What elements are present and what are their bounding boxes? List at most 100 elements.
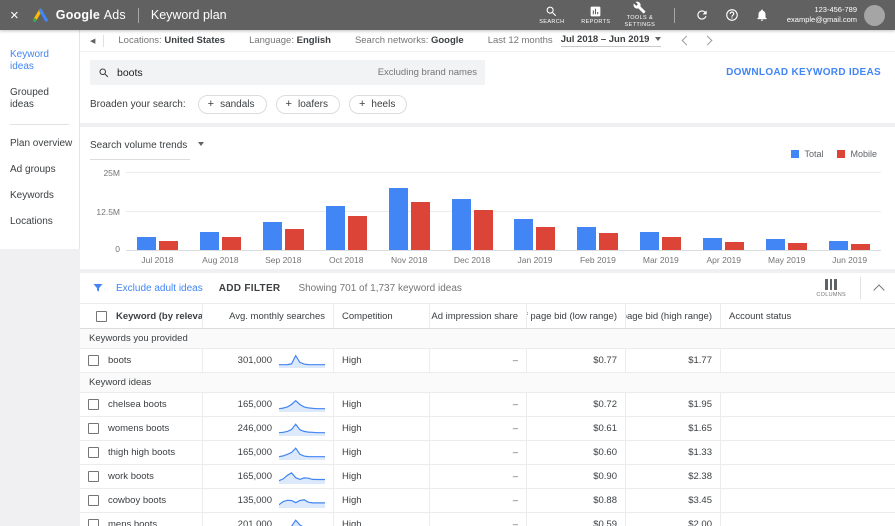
networks-setting[interactable]: Search networks: Google: [355, 35, 464, 46]
reports-nav-button[interactable]: REPORTS: [576, 5, 616, 26]
sidebar-item-grouped-ideas[interactable]: Grouped ideas: [0, 80, 79, 118]
tools-settings-nav-button[interactable]: TOOLS & SETTINGS: [620, 1, 660, 29]
row-checkbox[interactable]: [88, 399, 99, 410]
collapse-table-icon[interactable]: [873, 284, 885, 296]
top-bid-high-cell: $1.77: [625, 349, 720, 372]
header-avg-monthly-searches[interactable]: Avg. monthly searches: [202, 304, 333, 328]
keyword-search-box[interactable]: Excluding brand names: [90, 60, 485, 85]
x-axis-label: Oct 2018: [328, 255, 364, 265]
sidebar-item-locations[interactable]: Locations: [0, 209, 79, 235]
language-setting[interactable]: Language: English: [249, 35, 331, 46]
top-bid-high-cell: $1.33: [625, 441, 720, 464]
row-checkbox[interactable]: [88, 355, 99, 366]
row-checkbox[interactable]: [88, 423, 99, 434]
keyword-label: boots: [108, 355, 132, 366]
bar-group-aug-2018: [189, 172, 252, 250]
table-row: mens boots 201,000 High – $0.59 $2.00: [80, 513, 895, 526]
competition-cell: High: [333, 513, 429, 526]
header-competition[interactable]: Competition: [333, 304, 429, 328]
competition-cell: High: [333, 465, 429, 488]
trends-title-dropdown[interactable]: Search volume trends: [90, 135, 204, 160]
avg-searches-value: 246,000: [237, 423, 272, 434]
refresh-icon[interactable]: [689, 2, 715, 28]
download-keyword-ideas-button[interactable]: DOWNLOAD KEYWORD IDEAS: [726, 67, 881, 78]
mobile-legend-swatch: [837, 150, 846, 158]
searches-sparkline: [279, 354, 325, 368]
row-checkbox[interactable]: [88, 519, 99, 526]
columns-button[interactable]: COLUMNS: [816, 278, 846, 298]
date-range-picker[interactable]: Jul 2018 – Jun 2019: [560, 34, 662, 47]
search-nav-button[interactable]: SEARCH: [532, 5, 572, 26]
keyword-search-row: Excluding brand names DOWNLOAD KEYWORD I…: [80, 52, 895, 89]
searches-sparkline: [279, 447, 325, 460]
header-keyword[interactable]: Keyword (by relevance)↓: [80, 304, 202, 328]
sidebar-item-keywords[interactable]: Keywords: [0, 183, 79, 209]
total-bar: [325, 206, 345, 250]
x-axis-label: Sep 2018: [265, 255, 302, 265]
table-toolbar-right: COLUMNS: [816, 277, 885, 299]
collapse-panel-icon[interactable]: ◀: [90, 37, 95, 45]
help-icon[interactable]: [719, 2, 745, 28]
account-status-cell: [720, 441, 895, 464]
avg-monthly-searches-cell: 246,000: [202, 417, 333, 440]
table-row: thigh high boots 165,000 High – $0.60 $1.33: [80, 441, 895, 465]
mobile-bar: [725, 242, 745, 250]
avg-searches-value: 165,000: [237, 471, 272, 482]
legend-item-total: Total: [791, 149, 823, 159]
add-filter-button[interactable]: ADD FILTER: [219, 283, 281, 294]
sidebar: Keyword ideas Grouped ideas Plan overvie…: [0, 30, 80, 526]
previous-period-icon[interactable]: [681, 35, 692, 46]
x-axis-label: Apr 2019: [706, 255, 742, 265]
keyword-label: cowboy boots: [108, 495, 167, 506]
account-status-cell: [720, 465, 895, 488]
broaden-chip-heels[interactable]: + heels: [348, 95, 408, 114]
keyword-search-input[interactable]: [117, 66, 378, 79]
row-checkbox[interactable]: [88, 471, 99, 482]
header-top-bid-low[interactable]: Top of page bid (low range): [526, 304, 625, 328]
avatar[interactable]: [864, 4, 885, 26]
x-axis-label: Jan 2019: [517, 255, 553, 265]
mobile-bar: [473, 210, 493, 250]
locations-setting[interactable]: Locations: United States: [118, 35, 225, 46]
sidebar-item-plan-overview[interactable]: Plan overview: [0, 131, 79, 157]
header-ad-impression-share[interactable]: Ad impression share: [429, 304, 526, 328]
notifications-bell-icon[interactable]: [749, 2, 775, 28]
columns-icon: [825, 278, 837, 290]
bar-group-oct-2018: [315, 172, 378, 250]
next-period-icon[interactable]: [702, 35, 713, 46]
broaden-chip-sandals[interactable]: + sandals: [197, 95, 267, 114]
sidebar-item-keyword-ideas[interactable]: Keyword ideas: [0, 42, 79, 80]
sidebar-item-ad-groups[interactable]: Ad groups: [0, 157, 79, 183]
ad-impression-share-cell: –: [429, 465, 526, 488]
x-axis-label: Mar 2019: [642, 255, 679, 265]
plus-icon: +: [207, 98, 215, 110]
total-bar: [451, 199, 471, 250]
avg-monthly-searches-cell: 135,000: [202, 489, 333, 512]
keyword-plan-app: × Google Ads Keyword plan SEARCH REPORTS…: [0, 0, 895, 526]
header-top-bid-high[interactable]: Top of page bid (high range): [625, 304, 720, 328]
filter-icon[interactable]: [92, 282, 104, 294]
top-bid-high-cell: $2.38: [625, 465, 720, 488]
broaden-chip-loafers[interactable]: + loafers: [275, 95, 340, 114]
account-status-cell: [720, 417, 895, 440]
search-icon: [99, 68, 109, 77]
brand-exclusion-note: Excluding brand names: [377, 67, 477, 78]
tools-nav-label: TOOLS & SETTINGS: [624, 15, 656, 28]
ad-impression-share-cell: –: [429, 393, 526, 416]
plus-icon: +: [358, 98, 366, 110]
exclude-adult-ideas-link[interactable]: Exclude adult ideas: [116, 283, 203, 294]
ad-impression-share-cell: –: [429, 349, 526, 372]
chevron-down-icon: [655, 37, 662, 42]
keyword-cell: boots: [80, 349, 202, 372]
close-icon[interactable]: ×: [10, 8, 19, 23]
select-all-checkbox[interactable]: [96, 310, 107, 322]
row-checkbox[interactable]: [88, 495, 99, 506]
header-account-status[interactable]: Account status: [720, 304, 895, 328]
mobile-bar: [788, 243, 808, 250]
row-checkbox[interactable]: [88, 447, 99, 458]
keyword-label: womens boots: [108, 423, 170, 434]
trend-x-axis: Jul 2018 Aug 2018 Sep 2018 Oct 2018 Nov 2018…: [126, 255, 881, 265]
table-section-row: Keywords you provided: [80, 329, 895, 349]
mobile-bar: [851, 244, 871, 250]
searches-sparkline: [279, 399, 325, 412]
